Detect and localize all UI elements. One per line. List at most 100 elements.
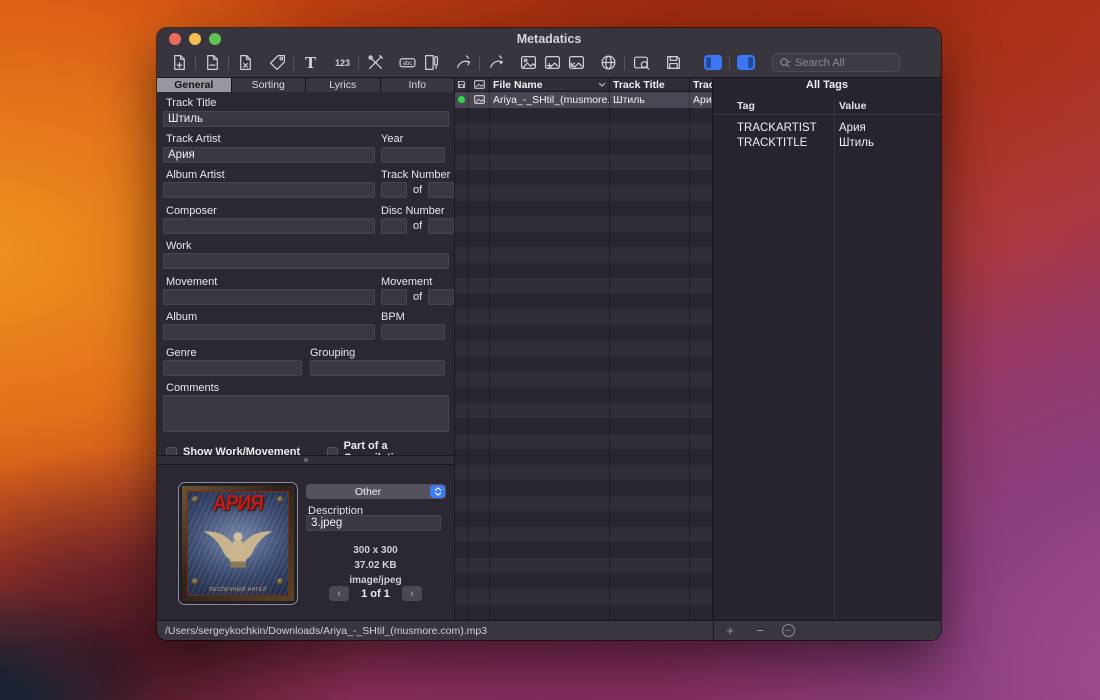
year-field[interactable] [381,147,445,163]
track-title-field[interactable] [163,111,449,127]
grouping-field[interactable] [310,360,445,376]
genre-field[interactable] [163,360,302,376]
disc-number-group: of [381,218,454,234]
clear-files-icon[interactable] [233,52,257,74]
artwork-well[interactable]: АРИЯ БЕСПЕЧНЫЙ АНГЕЛ [178,482,298,605]
remove-files-icon[interactable] [200,52,224,74]
artwork-type-dropdown[interactable]: Other [306,484,446,499]
bpm-field[interactable] [381,324,445,340]
disc-number-field[interactable] [381,218,407,234]
track-artist-column-header[interactable]: Track . [690,78,712,91]
tag-value: Штиль [834,137,874,152]
grouping-label: Grouping [310,347,355,359]
tag-actions-button[interactable] [777,621,799,640]
angel-statue-image [195,522,281,572]
all-tags-column-headers: Tag Value [713,98,941,115]
file-list-empty-row [455,232,712,248]
tab-lyrics[interactable]: Lyrics [306,78,381,92]
of-label: of [410,184,425,196]
panel-splitter[interactable] [157,455,454,465]
cover-artist-logo: АРИЯ [212,493,264,516]
tools-icon[interactable] [363,52,387,74]
transform-tags-icon[interactable] [419,52,443,74]
artwork-column-icon [474,80,485,89]
save-state-column-header[interactable] [455,78,469,91]
title-bar[interactable]: Metadatics [157,28,941,50]
file-name-column-header[interactable]: File Name [490,78,610,91]
tab-sorting[interactable]: Sorting [232,78,307,92]
description-field[interactable] [306,515,441,531]
artwork-column-header[interactable] [469,78,490,91]
track-number-field[interactable] [381,182,407,198]
file-list-empty-row [455,480,712,496]
text-format-icon[interactable]: T [298,52,322,74]
search-field[interactable]: Search All [772,53,900,72]
ellipsis-icon [782,624,795,637]
artwork-icon[interactable] [516,52,540,74]
tab-info[interactable]: Info [381,78,455,92]
work-field[interactable] [163,253,449,269]
file-list-empty-row [455,496,712,512]
track-artist-field[interactable] [163,147,375,163]
tags-column-divider [834,98,835,620]
tab-general[interactable]: General [157,78,232,92]
add-artwork-icon[interactable] [540,52,564,74]
dropdown-selected-value: Other [306,486,430,498]
file-list-empty-row [455,418,712,434]
file-row-selected[interactable]: Ariya_-_SHtil_(musmore.... Штиль Ария [455,92,712,108]
album-field[interactable] [163,324,375,340]
file-list-empty-row [455,387,712,403]
redo-icon[interactable] [484,52,508,74]
previous-artwork-button[interactable]: ‹ [329,586,349,601]
file-list-empty-row [455,139,712,155]
disc-total-field[interactable] [428,218,454,234]
value-column-header[interactable]: Value [839,100,866,112]
add-tag-button[interactable]: + [719,621,741,640]
file-list-header: File Name Track Title Track . [455,78,712,92]
comments-field[interactable] [163,395,449,432]
toggle-right-panel-button[interactable] [737,55,755,70]
movement-total-field[interactable] [428,289,454,305]
file-list-empty-row [455,465,712,481]
track-title-cell: Штиль [610,92,690,108]
export-artwork-icon[interactable] [564,52,588,74]
toggle-left-panel-button[interactable] [704,55,722,70]
artwork-page-indicator: 1 of 1 [361,588,390,600]
rename-icon[interactable]: abc [395,52,419,74]
album-artist-field[interactable] [163,182,375,198]
track-title-column-header[interactable]: Track Title [610,78,690,91]
all-tags-panel: All Tags Tag Value TRACKARTIST Ария TRAC… [713,78,941,620]
search-placeholder: Search All [795,57,845,69]
file-list-empty-row [455,542,712,558]
status-green-dot [458,96,465,103]
tag-column-header[interactable]: Tag [737,100,755,112]
track-number-group: of [381,182,454,198]
column-label: File Name [493,79,543,91]
track-total-field[interactable] [428,182,454,198]
movement-field[interactable] [163,289,375,305]
search-icon [779,57,791,69]
save-icon[interactable] [661,52,685,74]
composer-field[interactable] [163,218,375,234]
undo-icon[interactable] [451,52,475,74]
tag-row[interactable]: TRACKARTIST Ария [713,122,941,137]
toolbar-separator [624,56,625,70]
remove-tag-button[interactable]: − [749,621,771,640]
next-artwork-button[interactable]: › [402,586,422,601]
movement-number-field[interactable] [381,289,407,305]
album-label: Album [166,311,197,323]
tag-icon[interactable] [265,52,289,74]
add-files-icon[interactable] [167,52,191,74]
general-form: Track Title Track Artist Year Album Arti… [157,92,454,455]
tag-name: TRACKTITLE [713,137,834,152]
web-lookup-icon[interactable] [596,52,620,74]
file-list-empty-row [455,108,712,124]
movement-number-group: of [381,289,454,305]
toolbar-separator [479,56,480,70]
renumber-icon[interactable]: 123 [330,52,354,74]
tag-row[interactable]: TRACKTITLE Штиль [713,137,941,152]
file-list-empty-row [455,511,712,527]
artwork-search-icon[interactable] [629,52,653,74]
file-list-empty-row [455,434,712,450]
artwork-file-size: 37.02 KB [306,560,445,571]
